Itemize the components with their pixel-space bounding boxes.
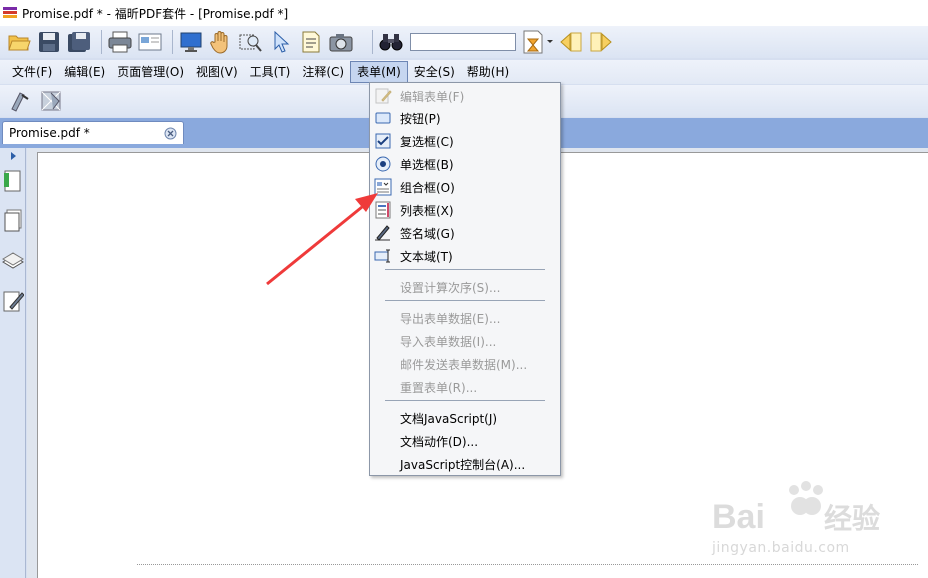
menu-edit[interactable]: 编辑(E) (58, 61, 111, 83)
print-icon[interactable] (107, 29, 133, 55)
radio-icon (374, 155, 392, 173)
text-select-icon[interactable] (298, 29, 324, 55)
pointer-icon[interactable] (268, 29, 294, 55)
checkbox-icon (374, 132, 392, 150)
document-tab[interactable]: Promise.pdf * (2, 121, 184, 144)
menu-item-label: 重置表单(R)... (400, 380, 478, 395)
snapshot-icon[interactable] (328, 29, 354, 55)
menu-item-checkbox[interactable]: 复选框(C) (370, 130, 560, 152)
menu-item-text-field[interactable]: 文本域(T) (370, 245, 560, 267)
menu-separator (385, 269, 545, 270)
menu-item-reset-form[interactable]: 重置表单(R)... (370, 376, 560, 398)
menu-help[interactable]: 帮助(H) (461, 61, 515, 83)
save-icon[interactable] (36, 29, 62, 55)
menu-item-document-actions[interactable]: 文档动作(D)... (370, 430, 560, 452)
list-box-icon (374, 201, 392, 219)
save-all-icon[interactable] (66, 29, 92, 55)
next-result-icon[interactable] (588, 29, 614, 55)
main-toolbar (0, 26, 928, 58)
button-field-icon (374, 109, 392, 127)
menu-view[interactable]: 视图(V) (190, 61, 244, 83)
menu-item-label: 签名域(G) (400, 226, 455, 241)
screen-icon[interactable] (178, 29, 204, 55)
menu-item-label: 文档JavaScript(J) (400, 411, 498, 426)
menu-item-label: 邮件发送表单数据(M)... (400, 357, 528, 372)
toolbar-separator (101, 30, 102, 54)
menu-forms[interactable]: 表单(M) (350, 61, 408, 83)
open-icon[interactable] (6, 29, 32, 55)
menu-item-calculation-order[interactable]: 设置计算次序(S)... (370, 276, 560, 298)
title-bar: Promise.pdf * - 福昕PDF套件 - [Promise.pdf *… (0, 0, 928, 26)
email-icon[interactable] (137, 29, 163, 55)
menu-item-label: 复选框(C) (400, 134, 454, 149)
menu-item-export-form-data[interactable]: 导出表单数据(E)... (370, 307, 560, 329)
menu-item-radio-button[interactable]: 单选框(B) (370, 153, 560, 175)
menu-item-button-field[interactable]: 按钮(P) (370, 107, 560, 129)
app-logo-icon (3, 7, 17, 18)
menu-item-import-form-data[interactable]: 导入表单数据(I)... (370, 330, 560, 352)
zoom-select-icon[interactable] (238, 29, 264, 55)
svg-text:Bai: Bai (712, 498, 765, 536)
menu-item-document-javascript[interactable]: 文档JavaScript(J) (370, 407, 560, 429)
combo-box-icon (374, 178, 392, 196)
form-fill-icon[interactable] (38, 88, 64, 114)
menu-tools[interactable]: 工具(T) (244, 61, 297, 83)
menu-item-label: 列表框(X) (400, 203, 454, 218)
menu-item-list-box[interactable]: 列表框(X) (370, 199, 560, 221)
signature-field-icon (374, 224, 392, 242)
menu-item-edit-form[interactable]: 编辑表单(F) (370, 85, 560, 107)
menu-item-label: 单选框(B) (400, 157, 454, 172)
text-field-icon (374, 247, 392, 265)
bookmarks-icon[interactable] (2, 168, 24, 194)
menu-comments[interactable]: 注释(C) (296, 61, 350, 83)
close-tab-icon[interactable] (164, 127, 177, 140)
menu-item-signature-field[interactable]: 签名域(G) (370, 222, 560, 244)
menu-item-label: 导入表单数据(I)... (400, 334, 497, 349)
form-tool-icon[interactable] (8, 88, 34, 114)
svg-text:经验: 经验 (824, 502, 880, 535)
menu-item-combo-box[interactable]: 组合框(O) (370, 176, 560, 198)
menu-item-email-form-data[interactable]: 邮件发送表单数据(M)... (370, 353, 560, 375)
prev-result-icon[interactable] (558, 29, 584, 55)
hand-icon[interactable] (208, 29, 234, 55)
menu-item-label: 导出表单数据(E)... (400, 311, 501, 326)
document-tab-label: Promise.pdf * (9, 126, 90, 140)
menu-item-label: 文档动作(D)... (400, 434, 479, 449)
search-options-icon[interactable] (522, 29, 554, 55)
forms-dropdown-menu: 编辑表单(F) 按钮(P) 复选框(C) 单选框(B) 组合框(O) 列表框(X… (369, 82, 561, 476)
menu-page-management[interactable]: 页面管理(O) (111, 61, 190, 83)
expand-icon[interactable] (2, 150, 24, 162)
layers-icon[interactable] (2, 248, 24, 274)
find-icon[interactable] (378, 29, 404, 55)
navigation-panel (0, 148, 26, 578)
edit-form-icon (374, 87, 392, 105)
watermark-url: jingyan.baidu.com (712, 540, 850, 556)
menu-file[interactable]: 文件(F) (6, 61, 58, 83)
toolbar-separator (372, 30, 373, 54)
menu-item-javascript-console[interactable]: JavaScript控制台(A)... (370, 453, 560, 475)
pages-icon[interactable] (2, 208, 24, 234)
toolbar-separator (172, 30, 173, 54)
menu-bar: 文件(F) 编辑(E) 页面管理(O) 视图(V) 工具(T) 注释(C) 表单… (0, 60, 928, 84)
menu-separator (385, 300, 545, 301)
menu-item-label: 设置计算次序(S)... (400, 280, 501, 295)
menu-item-label: 编辑表单(F) (400, 89, 465, 104)
menu-item-label: JavaScript控制台(A)... (400, 457, 526, 472)
menu-separator (385, 400, 545, 401)
signatures-icon[interactable] (2, 288, 24, 314)
menu-item-label: 按钮(P) (400, 111, 441, 126)
menu-item-label: 组合框(O) (400, 180, 455, 195)
search-input[interactable] (410, 33, 516, 51)
window-title: Promise.pdf * - 福昕PDF套件 - [Promise.pdf *… (22, 6, 289, 21)
menu-item-label: 文本域(T) (400, 249, 453, 264)
menu-security[interactable]: 安全(S) (408, 61, 461, 83)
